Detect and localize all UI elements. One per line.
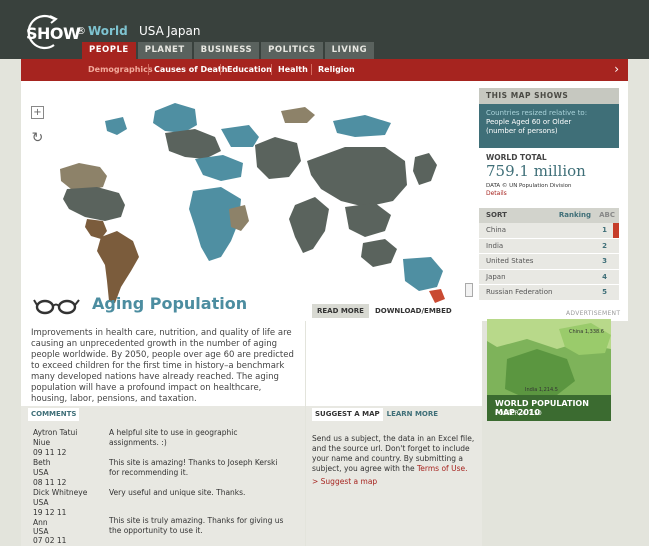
info-tabs: READ MORE DOWNLOAD/EMBED [312, 304, 458, 318]
comment-text: Very useful and unique site. Thanks. [109, 488, 246, 497]
divider [220, 64, 221, 75]
comment-text: A helpful site to use in geographic assi… [109, 428, 238, 447]
tab-comments[interactable]: COMMENTS [28, 408, 80, 421]
registered-mark: ® [76, 26, 86, 37]
rank-value: 5 [602, 288, 607, 296]
suggest-area [306, 406, 482, 546]
panel-description: Countries resized relative to: People Ag… [479, 104, 619, 148]
rank-value: 2 [602, 241, 607, 250]
tab-living[interactable]: LIVING [324, 42, 375, 59]
terms-of-use-link[interactable]: Terms of Use. [417, 464, 467, 473]
cartogram-map[interactable] [45, 81, 485, 316]
map-info-panel: THIS MAP SHOWS Countries resized relativ… [479, 88, 619, 301]
comment-country: Niue [33, 438, 51, 447]
world-total: WORLD TOTAL 759.1 million DATA © UN Popu… [479, 148, 619, 208]
ranking-row[interactable]: United States 3 [479, 254, 619, 270]
comment-text: This site is amazing! Thanks to Joseph K… [109, 458, 278, 477]
country-name: United States [486, 257, 534, 265]
subnav-demographics[interactable]: Demographics [88, 65, 153, 74]
comment-author: Aytron Tatui [33, 428, 78, 437]
zoom-in-icon[interactable]: + [31, 106, 44, 119]
north-america [60, 117, 127, 239]
subnav-religion[interactable]: Religion [318, 65, 355, 74]
suggest-instructions: Send us a subject, the data in an Excel … [312, 434, 482, 474]
map-description: Improvements in health care, nutrition, … [21, 321, 305, 406]
suggest-map-link[interactable]: > Suggest a map [312, 477, 377, 486]
comment-author: Dick Whitneye [33, 488, 88, 497]
divider [271, 64, 272, 75]
tab-suggest-a-map[interactable]: SUGGEST A MAP [312, 408, 383, 421]
poster-label-india: India 1,214.5 [525, 387, 558, 393]
chevron-right-icon[interactable]: › [614, 62, 619, 76]
sub-navigation: Demographics Causes of Death Education H… [21, 59, 628, 81]
data-source: DATA © UN Population Division [486, 183, 572, 189]
desc-label: Countries resized relative to: [486, 109, 588, 117]
asia [255, 115, 437, 253]
reset-icon[interactable]: ↻ [31, 131, 44, 146]
poster-price: POSTER, € 7.50 [495, 410, 542, 417]
tab-read-more[interactable]: READ MORE [312, 304, 369, 318]
rank-value: 1 [602, 226, 607, 234]
sort-label: SORT [486, 211, 507, 219]
logo-world[interactable]: World [88, 24, 128, 38]
rank-value: 3 [602, 257, 607, 265]
ranking-row[interactable]: Russian Federation 5 [479, 285, 619, 301]
poster-label-china: China 1,338.6 [569, 329, 604, 335]
panel-heading: THIS MAP SHOWS [479, 88, 619, 104]
desc-unit: (number of persons) [486, 127, 558, 135]
tab-planet[interactable]: PLANET [137, 42, 192, 59]
comment-date: 07 02 11 [33, 536, 67, 545]
total-label: WORLD TOTAL [486, 153, 547, 162]
poster-advertisement[interactable]: China 1,338.6 India 1,214.5 WORLD POPULA… [487, 319, 611, 421]
divider [311, 64, 312, 75]
advertisement-label: ADVERTISEMENT [566, 310, 621, 317]
ranking-row[interactable]: India 2 [479, 238, 619, 254]
sort-header: SORT Ranking ABC [479, 208, 619, 223]
logo[interactable]: SHOW [26, 24, 81, 43]
map-title: Aging Population [92, 294, 248, 313]
glasses-icon [33, 299, 80, 315]
comment-date: 08 11 12 [33, 478, 67, 487]
total-value: 759.1 million [486, 162, 586, 180]
ranking-row[interactable]: China 1 [479, 223, 619, 239]
top-bar: SHOW ® World USA Japan PEOPLE PLANET BUS… [0, 0, 649, 59]
ranking-scrollbar[interactable] [613, 223, 619, 238]
africa [189, 187, 249, 261]
suggest-tabs: SUGGEST A MAP LEARN MORE [312, 408, 442, 421]
rank-value: 4 [602, 272, 607, 281]
sort-by-ranking[interactable]: Ranking [559, 208, 591, 223]
comment-country: USA [33, 498, 49, 507]
desc-value: People Aged 60 or Older [486, 118, 572, 126]
tab-business[interactable]: BUSINESS [193, 42, 260, 59]
oceania [361, 239, 445, 303]
sort-by-abc[interactable]: ABC [599, 208, 615, 223]
read-more-panel [306, 321, 482, 406]
scroll-handle[interactable] [465, 283, 473, 297]
main-tabs: PEOPLE PLANET BUSINESS POLITICS LIVING [82, 42, 376, 59]
comment-date: 09 11 12 [33, 448, 67, 457]
subnav-education[interactable]: Education [227, 65, 272, 74]
country-name: India [486, 241, 504, 250]
divider [148, 64, 149, 75]
country-name: Japan [486, 272, 506, 281]
tab-politics[interactable]: POLITICS [261, 42, 323, 59]
tab-people[interactable]: PEOPLE [82, 42, 136, 59]
comment-country: USA [33, 468, 49, 477]
tab-learn-more[interactable]: LEARN MORE [383, 408, 442, 421]
link-japan[interactable]: Japan [167, 24, 200, 38]
comment-date: 19 12 11 [33, 508, 67, 517]
link-usa[interactable]: USA [139, 24, 164, 38]
country-name: China [486, 226, 506, 234]
ranking-row[interactable]: Japan 4 [479, 269, 619, 285]
country-name: Russian Federation [486, 288, 553, 296]
details-link[interactable]: Details [486, 190, 612, 197]
south-america [97, 231, 139, 303]
comment-author: Beth [33, 458, 51, 467]
subnav-causes-of-death[interactable]: Causes of Death [154, 65, 227, 74]
comment-text: This site is truly amazing. Thanks for g… [109, 516, 284, 535]
subnav-health[interactable]: Health [278, 65, 308, 74]
tab-download-embed[interactable]: DOWNLOAD/EMBED [369, 304, 457, 318]
